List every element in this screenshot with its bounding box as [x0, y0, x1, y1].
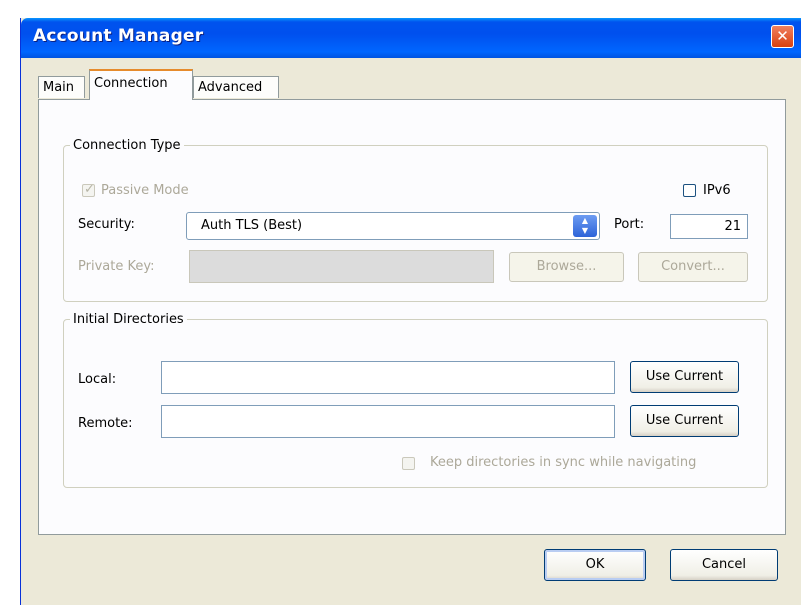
private-key-label: Private Key: — [78, 259, 155, 274]
cancel-button-label: Cancel — [701, 557, 747, 572]
connection-type-legend: Connection Type — [73, 138, 181, 153]
initial-directories-legend: Initial Directories — [73, 312, 184, 327]
close-button[interactable]: ✕ — [771, 25, 794, 48]
tab-connection-label: Connection — [94, 76, 168, 91]
remote-dir-input[interactable] — [161, 405, 615, 438]
cancel-button[interactable]: Cancel — [670, 549, 778, 581]
tab-connection[interactable]: Connection — [89, 69, 193, 100]
convert-button[interactable]: Convert... — [638, 252, 748, 282]
use-current-remote-label: Use Current — [645, 413, 724, 428]
keep-sync-checkbox[interactable] — [402, 457, 415, 470]
remote-label: Remote: — [78, 416, 133, 431]
keep-sync-label: Keep directories in sync while navigatin… — [430, 455, 697, 470]
ok-button-label: OK — [585, 557, 605, 572]
security-select[interactable]: Auth TLS (Best) ▲ ▼ — [186, 212, 600, 240]
browse-button-label: Browse... — [536, 259, 597, 274]
tab-main-label: Main — [43, 80, 75, 95]
use-current-local-button[interactable]: Use Current — [630, 361, 739, 393]
convert-button-label: Convert... — [661, 259, 725, 274]
use-current-remote-button[interactable]: Use Current — [630, 405, 739, 437]
security-select-value: Auth TLS (Best) — [201, 218, 303, 233]
local-dir-input[interactable] — [161, 361, 615, 394]
tab-advanced-label: Advanced — [198, 80, 263, 95]
passive-mode-checkbox[interactable]: ✓ — [82, 182, 95, 197]
tab-advanced[interactable]: Advanced — [193, 76, 279, 98]
ok-button[interactable]: OK — [544, 549, 646, 581]
dropdown-arrow-icon[interactable]: ▲ ▼ — [573, 215, 597, 237]
use-current-local-label: Use Current — [645, 369, 724, 384]
checkmark-icon: ✓ — [84, 182, 95, 197]
local-label: Local: — [78, 372, 117, 387]
tab-main[interactable]: Main — [38, 76, 85, 98]
passive-mode-label: Passive Mode — [101, 183, 189, 198]
window-title: Account Manager — [33, 26, 204, 46]
ipv6-checkbox[interactable] — [683, 184, 696, 197]
port-input[interactable] — [670, 214, 748, 239]
title-bar[interactable]: Account Manager ✕ — [21, 18, 801, 58]
ipv6-label: IPv6 — [703, 183, 731, 198]
security-label: Security: — [78, 217, 135, 232]
browse-button[interactable]: Browse... — [509, 252, 624, 282]
private-key-input[interactable] — [189, 250, 494, 283]
close-icon: ✕ — [776, 27, 789, 45]
connection-tab-panel: Connection Type ✓ Passive Mode IPv6 Secu… — [38, 99, 786, 535]
account-manager-window: Account Manager ✕ Main Connection Advanc… — [20, 18, 801, 605]
port-label: Port: — [614, 217, 645, 232]
